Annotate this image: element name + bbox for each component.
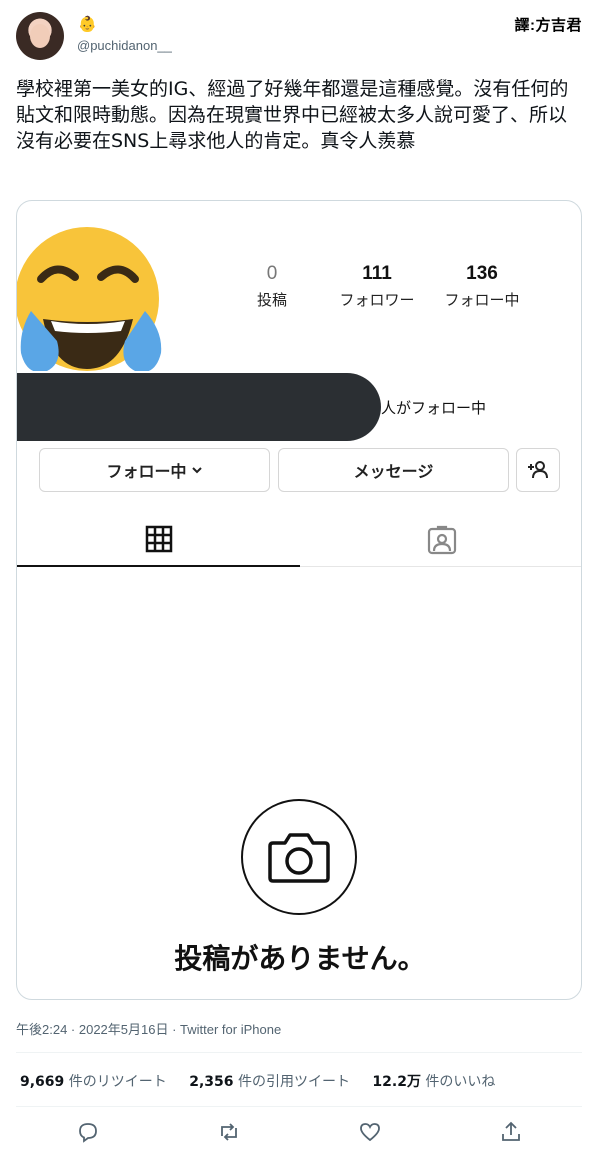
quote-count-value: 2,356 <box>189 1074 234 1090</box>
like-count-label: 件のいいね <box>425 1074 496 1090</box>
retweet-icon[interactable] <box>217 1120 241 1144</box>
tweet-timestamp[interactable]: 午後2:24 · 2022年5月16日 · Twitter for iPhone <box>16 1019 281 1038</box>
tweet-actions <box>16 1112 582 1152</box>
no-posts-camera <box>241 799 357 915</box>
display-name-emoji[interactable]: 👶 <box>78 16 97 34</box>
retweet-count[interactable]: 9,669 件のリツイート <box>20 1074 167 1090</box>
stat-following-label: フォロー中 <box>444 291 520 309</box>
message-button[interactable]: メッセージ <box>278 448 509 492</box>
attached-image[interactable]: 0 投稿 111 フォロワー 136 フォロー中 人がフォロー中 フォロー中 メ… <box>16 200 582 1000</box>
camera-icon <box>268 833 330 883</box>
retweet-count-label: 件のリツイート <box>68 1074 167 1090</box>
divider <box>16 1106 582 1107</box>
chevron-down-icon <box>191 467 202 474</box>
translator-watermark: 譯:方吉君 <box>514 17 582 34</box>
like-count-value: 12.2万 <box>372 1074 421 1090</box>
tab-tagged[interactable] <box>300 513 581 567</box>
no-posts-text: 投稿がありません。 <box>174 942 426 975</box>
stat-followers-label: フォロワー <box>339 291 415 309</box>
tab-posts-grid[interactable] <box>17 513 300 567</box>
stat-followers-value: 111 <box>362 263 392 284</box>
share-icon[interactable] <box>499 1120 523 1144</box>
tweet-text: 學校裡第一美女的IG、經過了好幾年都還是這種感覺。沒有任何的貼文和限時動態。因為… <box>16 78 569 152</box>
heart-icon[interactable] <box>358 1120 382 1144</box>
profile-tabs <box>17 513 581 567</box>
followed-by-text: 人がフォロー中 <box>381 399 487 417</box>
grid-icon <box>145 525 172 553</box>
like-count[interactable]: 12.2万 件のいいね <box>372 1074 495 1090</box>
quote-count[interactable]: 2,356 件の引用ツイート <box>189 1074 350 1090</box>
stat-followers[interactable]: 111 フォロワー <box>322 263 432 310</box>
redaction-bar <box>17 373 381 441</box>
message-button-label: メッセージ <box>353 462 434 481</box>
author-avatar[interactable] <box>16 12 64 60</box>
stat-following-value: 136 <box>466 263 498 284</box>
tears-of-joy-emoji-icon <box>17 227 162 371</box>
stat-posts[interactable]: 0 投稿 <box>217 263 327 310</box>
stat-following[interactable]: 136 フォロー中 <box>427 263 537 310</box>
retweet-count-value: 9,669 <box>20 1074 65 1090</box>
stat-posts-value: 0 <box>266 263 278 284</box>
following-button[interactable]: フォロー中 <box>39 448 270 492</box>
avatar-face <box>30 24 50 48</box>
engagement-counts: 9,669 件のリツイート 2,356 件の引用ツイート 12.2万 件のいいね <box>20 1071 513 1091</box>
following-button-label: フォロー中 <box>106 462 187 481</box>
divider <box>16 1052 582 1053</box>
stat-posts-label: 投稿 <box>256 291 287 309</box>
add-user-icon <box>528 461 548 479</box>
add-user-button[interactable] <box>516 448 560 492</box>
quote-count-label: 件の引用ツイート <box>237 1074 350 1090</box>
tagged-portrait-icon <box>427 525 456 555</box>
reply-icon[interactable] <box>76 1120 100 1144</box>
author-handle[interactable]: @puchidanon__ <box>77 38 172 53</box>
